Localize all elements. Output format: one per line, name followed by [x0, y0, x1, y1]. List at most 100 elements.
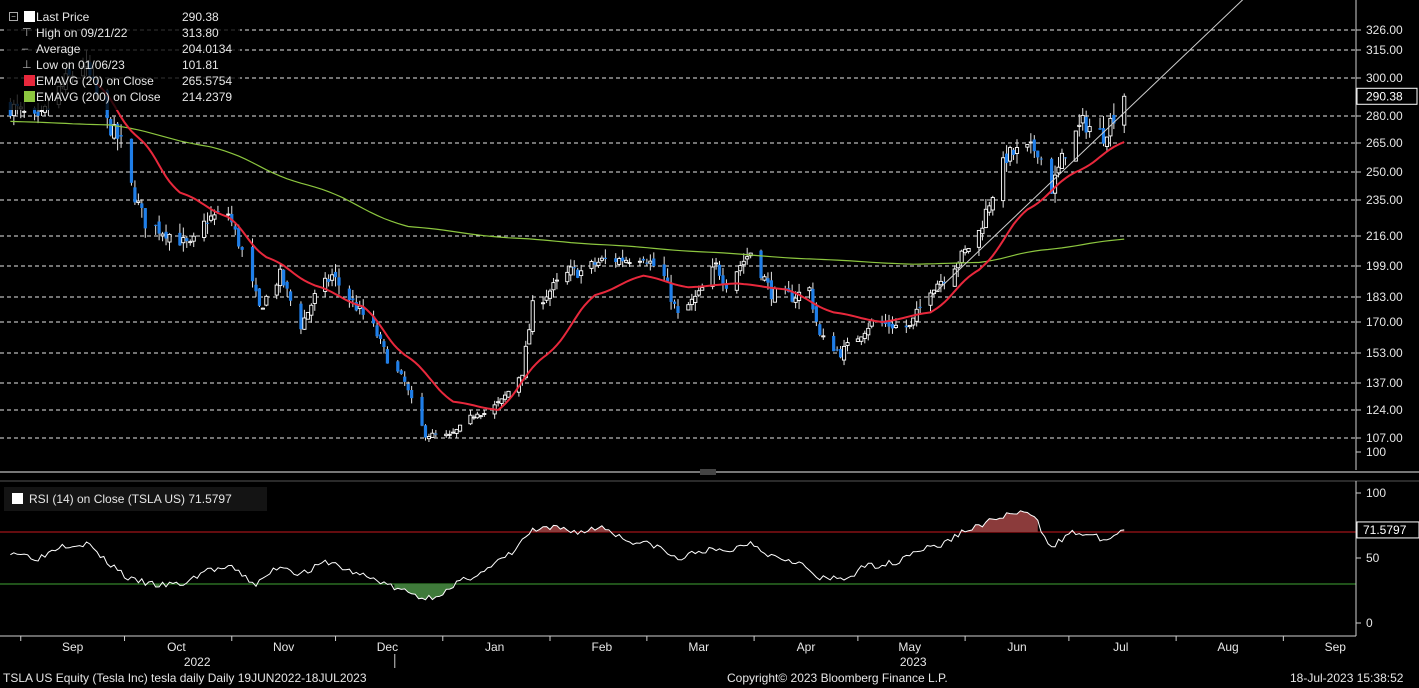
candle-body — [1063, 157, 1068, 159]
candle-body — [1005, 153, 1009, 164]
x-tick-label: Aug — [1217, 640, 1238, 654]
candle-body — [382, 341, 386, 348]
x-tick-label: Nov — [273, 640, 294, 654]
candle-body — [686, 304, 691, 311]
candle-body — [109, 119, 113, 136]
candle-body — [523, 345, 528, 379]
candle-body — [589, 261, 594, 269]
rsi-y-tick-label: 0 — [1366, 616, 1373, 630]
candle-body — [952, 268, 957, 287]
candle-body — [976, 229, 981, 248]
candle-body — [1025, 144, 1030, 148]
y-tick-label: 235.00 — [1366, 193, 1403, 207]
candle-body — [385, 349, 390, 364]
candle-body — [547, 290, 553, 299]
legend-last-price: − Last Price 290.38 — [4, 9, 240, 25]
candle-body — [1122, 95, 1127, 126]
candle-body — [890, 323, 895, 329]
candle-body — [527, 329, 532, 345]
candle-body — [406, 383, 410, 391]
candle-body — [434, 433, 438, 435]
candle-body — [1098, 128, 1102, 130]
candle-body — [672, 301, 677, 304]
price-legend: − Last Price 290.38 ⊤ High on 09/21/22 3… — [4, 9, 240, 110]
candle-body — [983, 208, 988, 229]
legend-label: Low on 01/06/23 — [36, 58, 125, 72]
candle-body — [627, 262, 632, 265]
candle-body — [478, 415, 483, 418]
legend-swatch-rsi — [12, 493, 23, 504]
candle-body — [274, 284, 279, 296]
candle-body — [1101, 128, 1106, 144]
candle-body — [838, 349, 843, 358]
candle-body — [154, 224, 158, 226]
high-marker-icon: ⊤ — [22, 27, 32, 39]
candle-body — [911, 317, 916, 326]
candle-body — [205, 222, 210, 224]
candle-body — [603, 257, 607, 260]
y-tick-label: 124.00 — [1366, 403, 1403, 417]
last-price-label: 290.38 — [1366, 89, 1403, 103]
candle-body — [959, 250, 964, 263]
candle-body — [136, 200, 141, 203]
candle-body — [617, 258, 622, 265]
candle-body — [593, 262, 597, 265]
candle-body — [599, 257, 604, 261]
candle-body — [157, 221, 161, 234]
candle-body — [260, 307, 265, 310]
candle-body — [420, 396, 424, 426]
candle-body — [724, 284, 729, 289]
candle-body — [1014, 147, 1020, 154]
candle-body — [399, 370, 403, 375]
candle-body — [167, 233, 172, 243]
x-tick-label: Jun — [1007, 640, 1026, 654]
candle-body — [710, 266, 715, 287]
candle-body — [475, 413, 480, 419]
candle-body — [506, 390, 511, 398]
legend-label: Average — [36, 42, 81, 56]
legend-swatch-ema200 — [24, 91, 35, 102]
candle-body — [119, 135, 123, 137]
candle-body — [866, 327, 871, 336]
candle-body — [966, 248, 971, 253]
candle-body — [807, 287, 812, 292]
candle-body — [1059, 152, 1065, 169]
legend-value: 204.0134 — [182, 42, 233, 56]
candle-body — [309, 304, 314, 316]
candle-body — [1001, 157, 1006, 202]
rsi-last-label: 71.5797 — [1363, 523, 1407, 537]
candle-body — [990, 197, 995, 211]
candle-body — [662, 264, 666, 277]
x-tick-label: Jan — [485, 640, 504, 654]
collapse-icon[interactable]: − — [9, 12, 18, 21]
candle-body — [621, 257, 625, 262]
candle-body — [330, 274, 335, 281]
candle-body — [233, 226, 237, 230]
rsi-y-tick-label: 100 — [1366, 486, 1386, 500]
candle-body — [185, 238, 189, 242]
legend-label: EMAVG (20) on Close — [36, 74, 154, 88]
legend-label: Last Price — [36, 10, 90, 24]
candle-body — [855, 338, 860, 342]
candle-body — [423, 425, 428, 438]
candle-body — [208, 215, 214, 221]
candle-body — [769, 280, 773, 300]
x-tick-label: Dec — [377, 640, 398, 654]
legend-label: High on 09/21/22 — [36, 26, 128, 40]
candle-body — [160, 233, 165, 237]
candle-body — [624, 259, 629, 263]
candle-body — [1084, 116, 1088, 133]
candle-body — [312, 293, 317, 304]
candle-body — [637, 260, 642, 263]
candle-body — [133, 187, 137, 203]
candle-body — [444, 433, 449, 437]
candle-body — [987, 205, 992, 213]
legend-ema20: EMAVG (20) on Close 265.5754 — [4, 73, 240, 89]
y-tick-label: 183.00 — [1366, 290, 1403, 304]
candle-body — [928, 292, 933, 306]
candle-body — [447, 433, 452, 436]
candle-body — [468, 414, 473, 425]
candle-body — [264, 295, 269, 306]
average-marker-icon: – — [22, 43, 29, 55]
candle-body — [129, 138, 134, 183]
